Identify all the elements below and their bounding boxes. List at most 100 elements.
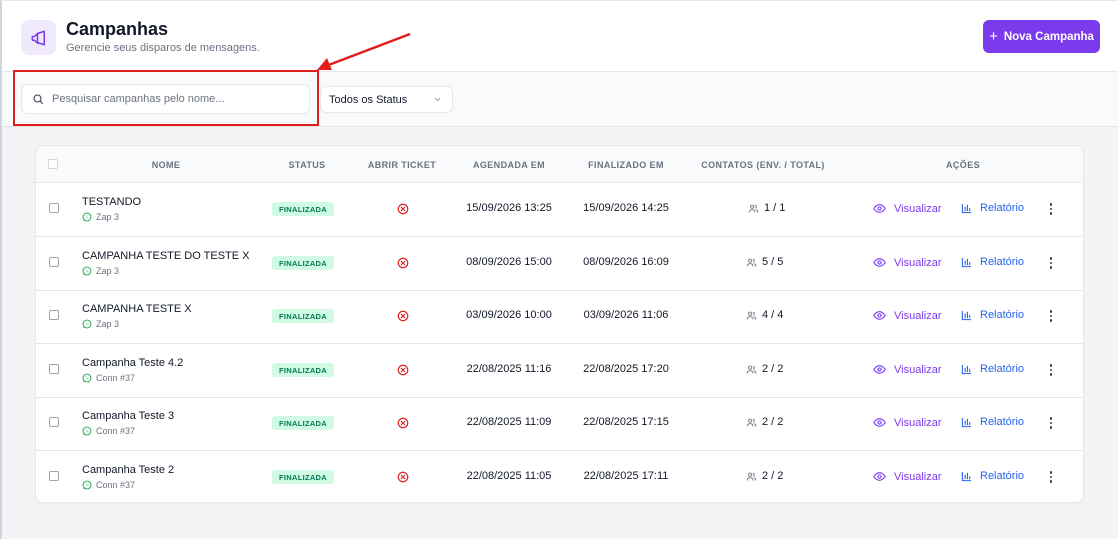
view-action[interactable]: Visualizar [873,202,942,215]
view-label: Visualizar [894,416,942,429]
connection-name: Zap 3 [96,266,120,276]
page-header: Campanhas Gerencie seus disparos de mens… [2,1,1118,72]
row-checkbox[interactable] [49,257,59,267]
megaphone-icon [21,20,56,55]
finished-at: 22/08/2025 17:20 [583,363,669,375]
status-badge: FINALIZADA [272,363,334,377]
col-header-finalizado[interactable]: FINALIZADO EM [588,160,664,170]
finished-at: 03/09/2026 11:06 [583,309,669,321]
bar-chart-icon [961,257,972,267]
status-badge: FINALIZADA [272,470,334,484]
campaign-name: CAMPANHA TESTE X [82,303,192,315]
table-row: CAMPANHA TESTE X Zap 3 FINALIZADA 03/09/… [36,290,1083,344]
x-circle-icon[interactable] [397,310,409,322]
view-action[interactable]: Visualizar [873,256,942,269]
whatsapp-icon [82,480,92,490]
more-options-icon[interactable] [1046,255,1056,271]
col-header-contatos[interactable]: CONTATOS (ENV. / TOTAL) [701,160,825,170]
eye-icon [873,418,886,427]
report-action[interactable]: Relatório [961,256,1024,268]
users-icon [746,418,757,427]
campaigns-table: NOME STATUS ABRIR TICKET AGENDADA EM FIN… [35,145,1084,503]
bar-chart-icon [961,203,972,213]
more-options-icon[interactable] [1046,362,1056,378]
col-header-agendada[interactable]: AGENDADA EM [473,160,545,170]
table-header: NOME STATUS ABRIR TICKET AGENDADA EM FIN… [36,146,1083,183]
x-circle-icon[interactable] [397,364,409,376]
report-label: Relatório [980,202,1025,214]
users-icon [746,365,757,374]
plus-icon: + [989,28,998,45]
connection-name: Zap 3 [96,319,120,329]
view-action[interactable]: Visualizar [873,363,942,376]
report-action[interactable]: Relatório [961,416,1024,428]
new-campaign-label: Nova Campanha [1003,30,1094,43]
col-header-nome[interactable]: NOME [152,160,181,170]
campaign-name: Campanha Teste 3 [82,410,175,422]
finished-at: 08/09/2026 16:09 [583,256,669,268]
view-label: Visualizar [894,309,942,322]
x-circle-icon[interactable] [397,257,409,269]
more-options-icon[interactable] [1046,415,1056,431]
whatsapp-icon [82,373,92,383]
users-icon [746,258,757,267]
contacts-count: 2 / 2 [746,416,783,428]
more-options-icon[interactable] [1046,201,1056,217]
x-circle-icon[interactable] [397,471,409,483]
x-circle-icon[interactable] [397,417,409,429]
contacts-count: 2 / 2 [746,363,783,375]
col-header-status[interactable]: STATUS [288,160,325,170]
table-row: Campanha Teste 3 Conn #37 FINALIZADA 22/… [36,397,1083,451]
status-badge: FINALIZADA [272,256,334,270]
more-options-icon[interactable] [1046,308,1056,324]
connection-info: Zap 3 [82,266,119,276]
whatsapp-icon [82,212,92,222]
more-options-icon[interactable] [1046,469,1056,485]
whatsapp-icon [82,426,92,436]
page-title: Campanhas [66,19,169,39]
eye-icon [873,472,886,481]
scheduled-at: 22/08/2025 11:16 [466,363,552,375]
page-subtitle: Gerencie seus disparos de mensagens. [66,42,260,54]
col-header-abrir-ticket[interactable]: ABRIR TICKET [368,160,436,170]
campaign-name: Campanha Teste 2 [82,464,175,476]
contacts-count: 1 / 1 [748,202,785,214]
contacts-count: 5 / 5 [746,256,783,268]
scheduled-at: 22/08/2025 11:09 [466,416,552,428]
row-checkbox[interactable] [49,471,59,481]
report-action[interactable]: Relatório [961,470,1024,482]
report-action[interactable]: Relatório [961,202,1024,214]
contacts-value: 4 / 4 [762,309,784,321]
view-action[interactable]: Visualizar [873,470,942,483]
status-badge: FINALIZADA [272,309,334,323]
report-action[interactable]: Relatório [961,363,1024,375]
select-all-checkbox[interactable] [48,159,58,169]
row-checkbox[interactable] [49,417,59,427]
status-filter-value: Todos os Status [329,93,408,106]
users-icon [746,311,757,320]
view-action[interactable]: Visualizar [873,309,942,322]
contacts-count: 4 / 4 [746,309,783,321]
view-label: Visualizar [894,256,942,269]
campaign-name: TESTANDO [82,196,142,208]
view-action[interactable]: Visualizar [873,416,942,429]
contacts-value: 2 / 2 [762,470,784,482]
report-action[interactable]: Relatório [961,309,1024,321]
status-badge: FINALIZADA [272,202,334,216]
contacts-count: 2 / 2 [746,470,783,482]
status-filter-select[interactable]: Todos os Status [320,86,453,113]
row-checkbox[interactable] [49,364,59,374]
status-badge: FINALIZADA [272,416,334,430]
table-row: Campanha Teste 4.2 Conn #37 FINALIZADA 2… [36,344,1083,398]
bar-chart-icon [961,417,972,427]
x-circle-icon[interactable] [397,203,409,215]
whatsapp-icon [82,319,92,329]
col-header-acoes: AÇÕES [945,160,981,170]
view-label: Visualizar [894,202,942,215]
row-checkbox[interactable] [49,203,59,213]
row-checkbox[interactable] [49,310,59,320]
report-label: Relatório [980,470,1025,482]
new-campaign-button[interactable]: + Nova Campanha [983,20,1100,53]
connection-info: Conn #37 [82,480,135,490]
table-row: TESTANDO Zap 3 FINALIZADA 15/09/2026 13:… [36,183,1083,237]
